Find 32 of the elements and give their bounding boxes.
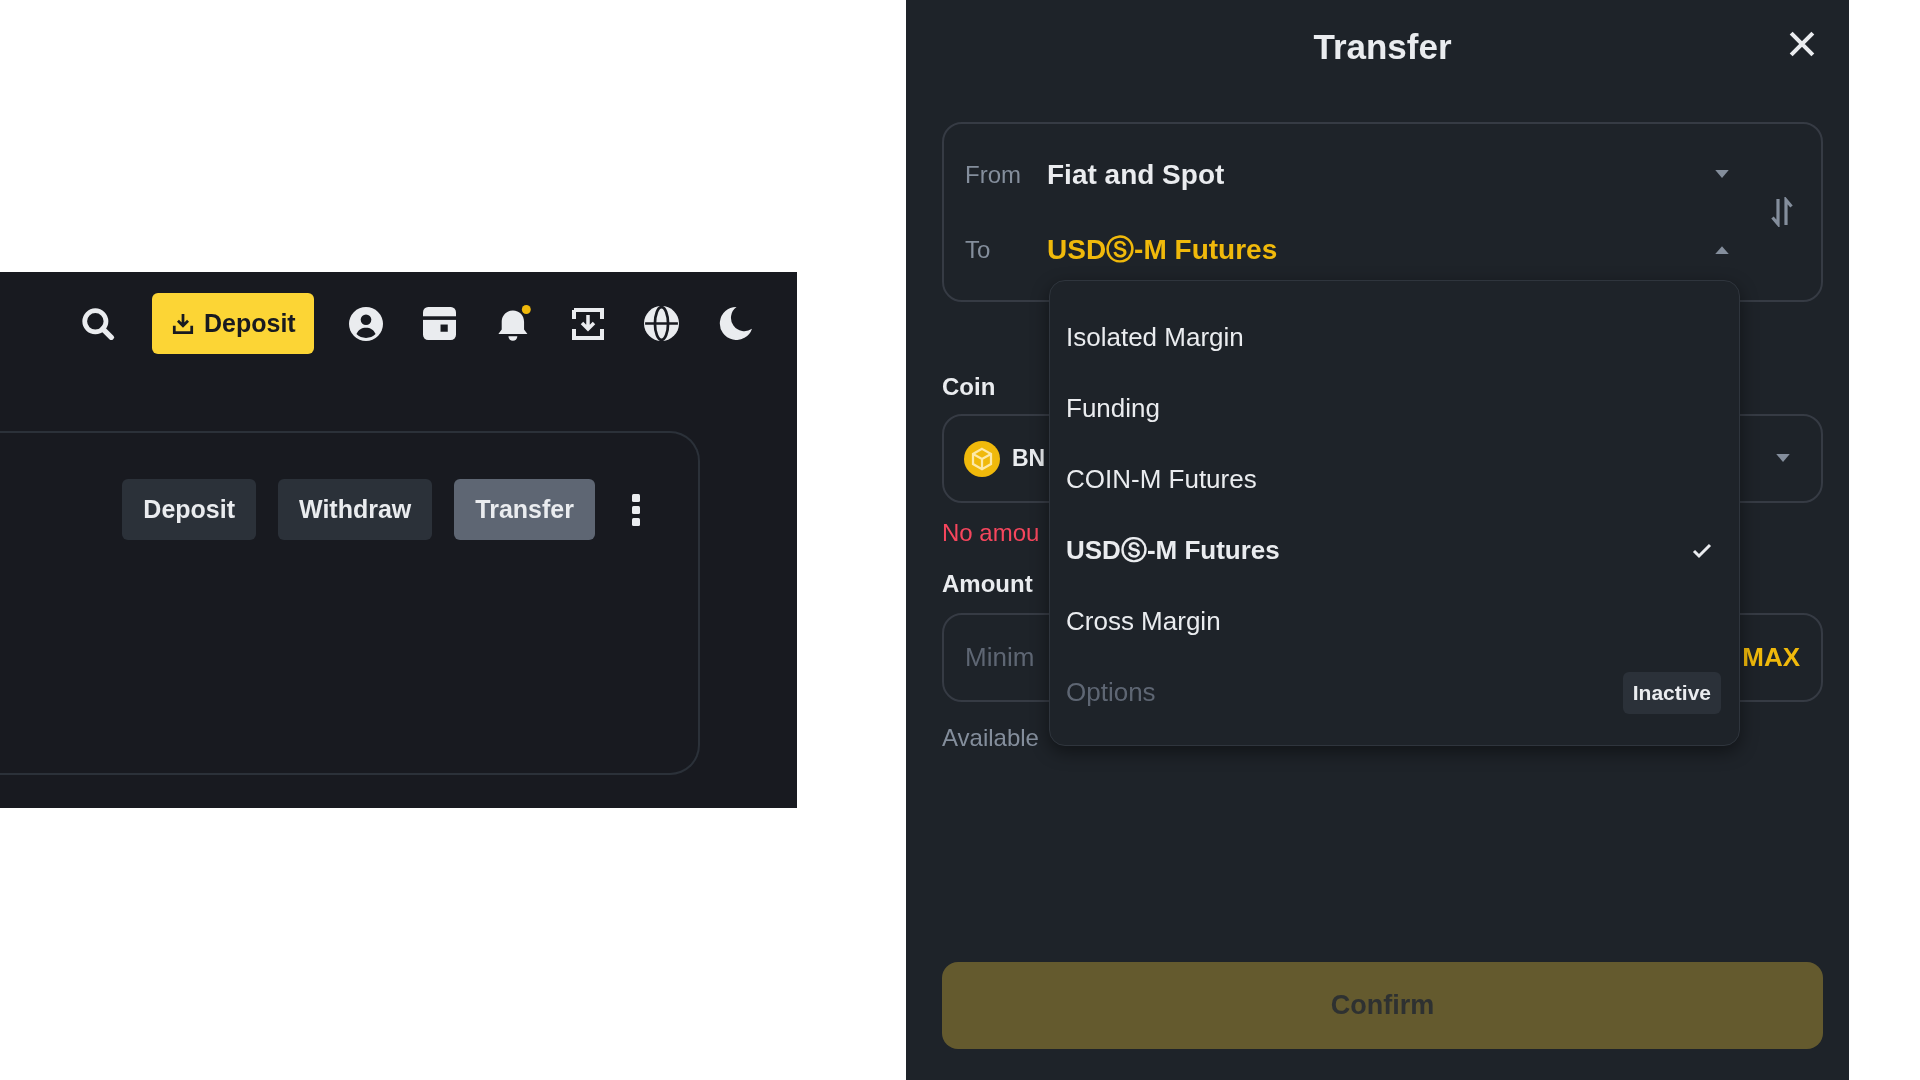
amount-label: Amount	[942, 569, 1033, 599]
moon-icon[interactable]	[718, 307, 752, 340]
dropdown-item[interactable]: Cross Margin	[1050, 586, 1739, 657]
action-button[interactable]: Withdraw	[278, 479, 433, 540]
user-icon[interactable]	[348, 306, 383, 341]
available-label: Available	[942, 723, 1039, 753]
deposit-button[interactable]: Deposit	[152, 293, 314, 354]
more-icon[interactable]	[631, 493, 641, 526]
dialog-title: Transfer	[1313, 27, 1452, 67]
to-account-select[interactable]: USDⓈ-M Futures	[1047, 224, 1735, 275]
dropdown-item[interactable]: Funding	[1050, 373, 1739, 444]
wallet-icon[interactable]	[422, 307, 456, 340]
close-icon[interactable]	[1789, 31, 1815, 57]
dropdown-item[interactable]: COIN-M Futures	[1050, 444, 1739, 515]
download-icon	[172, 312, 194, 335]
check-icon	[1692, 542, 1712, 559]
action-button[interactable]: Deposit	[122, 479, 257, 540]
coin-icon	[964, 440, 1000, 477]
search-icon[interactable]	[81, 306, 115, 341]
coin-label: Coin	[942, 372, 996, 402]
globe-icon[interactable]	[643, 306, 679, 341]
from-label: From	[965, 160, 1022, 189]
dropdown-item[interactable]: USDⓈ-M Futures	[1050, 515, 1739, 586]
to-label: To	[965, 235, 992, 264]
max-button[interactable]: MAX	[1742, 642, 1800, 673]
tray-download-icon[interactable]	[571, 307, 604, 340]
error-message: No amou	[942, 518, 1040, 548]
status-tag: Inactive	[1622, 671, 1721, 714]
action-button[interactable]: Transfer	[454, 479, 595, 540]
from-account-select[interactable]: Fiat and Spot	[1047, 149, 1735, 200]
caret-icon	[1776, 454, 1790, 463]
dropdown-item[interactable]: Isolated Margin	[1050, 302, 1739, 373]
